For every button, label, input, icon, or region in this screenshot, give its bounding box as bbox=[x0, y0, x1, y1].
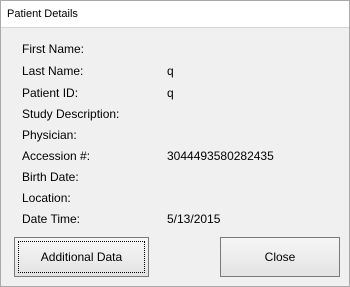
birth-date-label: Birth Date: bbox=[22, 170, 79, 184]
date-time-label: Date Time: bbox=[22, 212, 81, 226]
accession-number-value: 3044493580282435 bbox=[167, 149, 274, 163]
patient-id-value: q bbox=[167, 86, 174, 100]
additional-data-button-label: Additional Data bbox=[40, 250, 123, 264]
physician-label: Physician: bbox=[22, 128, 77, 142]
close-button[interactable]: Close bbox=[220, 237, 340, 277]
patient-id-label: Patient ID: bbox=[22, 86, 79, 100]
date-time-value: 5/13/2015 bbox=[167, 212, 221, 226]
dialog-title: Patient Details bbox=[7, 8, 78, 20]
study-description-label: Study Description: bbox=[22, 107, 120, 121]
first-name-label: First Name: bbox=[22, 42, 85, 56]
title-bar[interactable]: Patient Details bbox=[1, 1, 349, 28]
accession-number-label: Accession #: bbox=[22, 149, 91, 163]
last-name-value: q bbox=[167, 64, 174, 78]
patient-details-dialog: Patient Details First Name: Last Name: q… bbox=[0, 0, 350, 287]
close-button-label: Close bbox=[264, 250, 296, 264]
last-name-label: Last Name: bbox=[22, 64, 84, 78]
location-label: Location: bbox=[22, 191, 71, 205]
additional-data-button[interactable]: Additional Data bbox=[14, 237, 149, 277]
